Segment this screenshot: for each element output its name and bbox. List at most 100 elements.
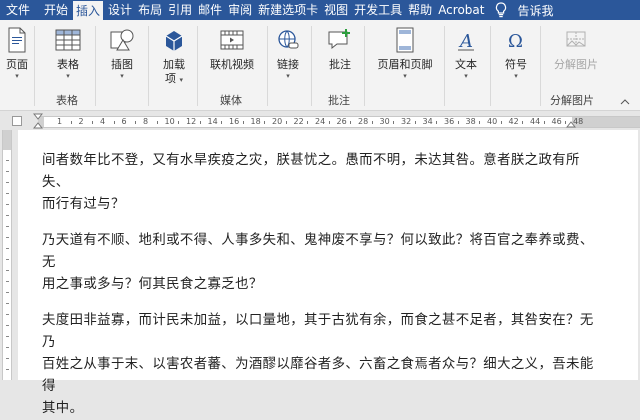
tab-insert[interactable]: 插入 xyxy=(73,1,104,20)
group-label-tables: 表格 xyxy=(56,94,78,107)
ribbon-insert: 页面 ▾ 表格 ▾ 表格 插图 ▾ 加载 项 ▾ 联机视频 媒体 链接 ▾ 批注… xyxy=(0,20,640,111)
ruler-tick xyxy=(307,121,309,124)
ruler-tick xyxy=(242,121,244,124)
tab-help[interactable]: 帮助 xyxy=(405,0,435,20)
ruler-tick xyxy=(414,121,416,124)
tab-home[interactable]: 开始 xyxy=(41,0,71,20)
ruler-tick xyxy=(70,121,72,124)
shapes-icon xyxy=(107,24,137,56)
ruler-number: 18 xyxy=(250,117,261,126)
vertical-ruler-tick xyxy=(6,281,9,282)
chevron-down-icon: ▾ xyxy=(286,72,290,80)
ruler-tick xyxy=(285,121,287,124)
tab-mailings[interactable]: 邮件 xyxy=(195,0,225,20)
chevron-down-icon: ▾ xyxy=(179,76,183,84)
ruler-tick xyxy=(371,121,373,124)
group-separator xyxy=(34,26,35,106)
chevron-down-icon: ▾ xyxy=(514,72,518,80)
vertical-ruler-tick xyxy=(6,369,9,370)
chevron-down-icon: ▾ xyxy=(403,72,407,80)
ruler-tick xyxy=(522,121,524,124)
ruler-number: 20 xyxy=(272,117,283,126)
ruler-number: 46 xyxy=(551,117,562,126)
tab-file[interactable]: 文件 xyxy=(0,0,41,20)
ruler-tick xyxy=(199,121,201,124)
tab-references[interactable]: 引用 xyxy=(165,0,195,20)
tab-review[interactable]: 审阅 xyxy=(225,0,255,20)
links-label: 链接 xyxy=(277,58,299,71)
vertical-ruler-tick xyxy=(6,347,9,348)
film-icon xyxy=(217,24,247,56)
ruler-number: 30 xyxy=(379,117,390,126)
right-indent-marker-icon[interactable] xyxy=(566,118,576,128)
ruler-number: 8 xyxy=(143,117,149,126)
ruler-number: 16 xyxy=(229,117,240,126)
online-video-button[interactable]: 联机视频 xyxy=(205,24,259,72)
table-icon xyxy=(53,24,83,56)
vertical-ruler-tick xyxy=(6,248,9,249)
vertical-ruler-tick xyxy=(6,171,9,172)
links-button[interactable]: 链接 ▾ xyxy=(272,24,304,80)
vertical-ruler-tick xyxy=(6,314,9,315)
chevron-down-icon: ▾ xyxy=(15,72,19,80)
split-image-button[interactable]: 分解图片 xyxy=(548,24,604,72)
collapse-ribbon-icon[interactable] xyxy=(620,98,630,106)
ruler-tick xyxy=(457,121,459,124)
new-comment-button[interactable]: 批注 xyxy=(324,24,356,72)
tell-me-search[interactable]: 告诉我 xyxy=(487,0,554,20)
vertical-ruler-tick xyxy=(6,204,9,205)
paragraph-3[interactable]: 夫度田非益寡，而计民未加益，以口量地，其于古犹有余，而食之甚不足者，其咎安在？无… xyxy=(42,310,602,420)
group-separator xyxy=(148,26,149,106)
text-line: 百姓之从事于末、以害农者蕃、为酒醪以靡谷者多、六畜之食焉者众与？细大之义，吾未能… xyxy=(42,357,594,394)
tab-developer[interactable]: 开发工具 xyxy=(351,0,405,20)
vertical-ruler[interactable] xyxy=(0,130,14,380)
group-label-split-image: 分解图片 xyxy=(550,94,594,107)
ruler-number: 12 xyxy=(186,117,197,126)
text-button[interactable]: A 文本 ▾ xyxy=(450,24,482,80)
online-video-label: 联机视频 xyxy=(210,58,254,71)
chevron-down-icon: ▾ xyxy=(66,72,70,80)
ruler-tick xyxy=(178,121,180,124)
tab-layout[interactable]: 布局 xyxy=(135,0,165,20)
addins-button[interactable]: 加载 项 ▾ xyxy=(158,24,190,86)
tell-me-label: 告诉我 xyxy=(517,3,554,18)
document-page[interactable]: 间者数年比不登，又有水旱疾疫之灾，朕甚忧之。愚而不明，未达其咎。意者朕之政有所失… xyxy=(18,130,638,416)
indent-marker-icon[interactable] xyxy=(33,113,43,129)
table-button[interactable]: 表格 ▾ xyxy=(52,24,84,80)
ruler-tick xyxy=(328,121,330,124)
svg-text:A: A xyxy=(458,31,473,52)
group-label-comments: 批注 xyxy=(328,94,350,107)
symbols-button[interactable]: Ω 符号 ▾ xyxy=(500,24,532,80)
group-separator xyxy=(197,26,198,106)
ruler-tick xyxy=(221,121,223,124)
paragraph-2[interactable]: 乃天道有不顺、地利或不得、人事多失和、鬼神废不享与？何以致此？将百官之奉养或费、… xyxy=(42,230,602,296)
group-separator xyxy=(540,26,541,106)
text-label: 文本 xyxy=(455,58,477,71)
svg-text:Ω: Ω xyxy=(508,31,523,52)
vertical-ruler-tick xyxy=(6,160,9,161)
ruler-tick xyxy=(156,121,158,124)
pages-label: 页面 xyxy=(6,58,28,71)
ruler-number: 34 xyxy=(422,117,433,126)
split-image-label: 分解图片 xyxy=(554,58,598,71)
tab-acrobat[interactable]: Acrobat xyxy=(435,0,487,20)
vertical-ruler-tick xyxy=(6,336,9,337)
pages-button[interactable]: 页面 ▾ xyxy=(4,24,30,80)
ruler-tick xyxy=(135,121,137,124)
ruler-tick xyxy=(393,121,395,124)
paragraph-1[interactable]: 间者数年比不登，又有水旱疾疫之灾，朕甚忧之。愚而不明，未达其咎。意者朕之政有所失… xyxy=(42,150,602,216)
addins-label: 加载 xyxy=(163,58,185,71)
tab-selector[interactable] xyxy=(12,116,22,126)
group-separator xyxy=(490,26,491,106)
ruler-tick xyxy=(500,121,502,124)
horizontal-ruler[interactable]: 1 2 4 6 8 10 12 14 16 18 20 22 24 26 28 30 32 34 36 38 40 42 4… xyxy=(38,116,640,128)
tab-design[interactable]: 设计 xyxy=(105,0,135,20)
group-separator xyxy=(364,26,365,106)
ruler-number: 28 xyxy=(358,117,369,126)
tab-view[interactable]: 视图 xyxy=(321,0,351,20)
header-footer-button[interactable]: 页眉和页脚 ▾ xyxy=(372,24,438,80)
group-label-media: 媒体 xyxy=(220,94,242,107)
tab-new-tab[interactable]: 新建选项卡 xyxy=(255,0,321,20)
header-footer-icon xyxy=(390,24,420,56)
illustrations-button[interactable]: 插图 ▾ xyxy=(106,24,138,80)
